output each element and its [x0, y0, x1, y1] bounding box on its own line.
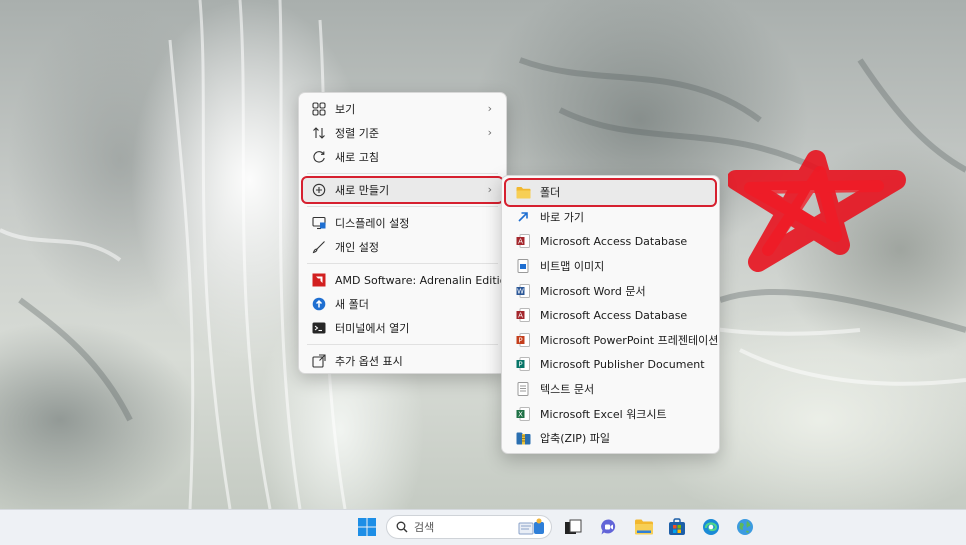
- submenu-item-label: 바로 가기: [540, 210, 584, 224]
- windows-logo-icon: [358, 518, 376, 536]
- start-button[interactable]: [355, 515, 379, 539]
- publisher-icon: P: [515, 356, 531, 372]
- task-view-icon: [565, 519, 582, 534]
- chevron-right-icon: ›: [487, 126, 492, 139]
- file-explorer-button[interactable]: [632, 515, 656, 539]
- menu-item-personalize[interactable]: 개인 설정: [303, 235, 502, 259]
- powerpoint-icon: P: [515, 332, 531, 348]
- menu-separator: [307, 173, 498, 174]
- menu-item-label: 터미널에서 열기: [335, 322, 410, 335]
- submenu-item-label: 폴더: [540, 186, 561, 200]
- submenu-item-text-document[interactable]: 텍스트 문서: [506, 377, 715, 402]
- svg-text:A: A: [518, 238, 523, 246]
- taskbar: 검색: [0, 509, 966, 545]
- submenu-item-folder[interactable]: 폴더: [504, 178, 717, 207]
- submenu-item-label: Microsoft Excel 워크시트: [540, 407, 667, 421]
- submenu-item-excel[interactable]: X Microsoft Excel 워크시트: [506, 401, 715, 426]
- store-button[interactable]: [665, 515, 689, 539]
- view-grid-icon: [311, 101, 327, 117]
- menu-item-sort[interactable]: 정렬 기준 ›: [303, 121, 502, 145]
- submenu-item-label: 비트맵 이미지: [540, 260, 605, 274]
- display-icon: [311, 215, 327, 231]
- submenu-item-label: 텍스트 문서: [540, 383, 595, 397]
- submenu-item-label: Microsoft Access Database: [540, 234, 688, 248]
- svg-text:W: W: [517, 287, 524, 295]
- svg-text:A: A: [518, 312, 523, 320]
- menu-item-open-terminal[interactable]: 터미널에서 열기: [303, 316, 502, 340]
- submenu-item-word-document[interactable]: W Microsoft Word 문서: [506, 278, 715, 303]
- edge-icon: [703, 519, 719, 535]
- submenu-item-label: Microsoft Word 문서: [540, 284, 646, 298]
- menu-item-view[interactable]: 보기 ›: [303, 97, 502, 121]
- submenu-item-access-database[interactable]: A Microsoft Access Database: [506, 229, 715, 254]
- menu-item-amd-software[interactable]: AMD Software: Adrenalin Edition: [303, 268, 513, 292]
- edge-browser-button[interactable]: [699, 515, 723, 539]
- menu-item-label: 추가 옵션 표시: [335, 355, 403, 368]
- file-explorer-icon: [635, 519, 653, 535]
- submenu-item-shortcut[interactable]: 바로 가기: [506, 205, 715, 230]
- svg-text:X: X: [518, 410, 523, 418]
- sort-icon: [311, 125, 327, 141]
- desktop-context-menu: 보기 › 정렬 기준 › 새로 고침 새로 만들기 › 디스플레이 설정 개인 …: [298, 92, 513, 374]
- menu-item-show-more-options[interactable]: 추가 옵션 표시: [303, 349, 502, 373]
- menu-item-label: AMD Software: Adrenalin Edition: [335, 273, 514, 287]
- submenu-item-label: Microsoft PowerPoint 프레젠테이션: [540, 333, 719, 347]
- web-globe-app-button[interactable]: [733, 515, 757, 539]
- chevron-right-icon: ›: [487, 183, 492, 196]
- excel-icon: X: [515, 406, 531, 422]
- menu-item-label: 정렬 기준: [335, 127, 379, 140]
- taskbar-search-box[interactable]: 검색: [386, 515, 552, 539]
- chevron-right-icon: ›: [487, 102, 492, 115]
- svg-text:P: P: [518, 361, 522, 369]
- menu-item-display-settings[interactable]: 디스플레이 설정: [303, 211, 502, 235]
- terminal-icon: [311, 320, 327, 336]
- menu-item-label: 새 폴더: [335, 298, 369, 311]
- menu-item-label: 새로 고침: [335, 151, 379, 164]
- submenu-item-label: Microsoft Access Database: [540, 308, 688, 322]
- menu-separator: [307, 206, 498, 207]
- search-icon: [396, 521, 408, 533]
- menu-item-label: 새로 만들기: [335, 184, 390, 197]
- search-highlight-icon: [518, 518, 544, 535]
- bitmap-icon: [515, 258, 531, 274]
- amd-icon: [311, 272, 327, 288]
- brush-icon: [311, 239, 327, 255]
- chat-button[interactable]: [597, 515, 621, 539]
- word-icon: W: [515, 283, 531, 299]
- menu-item-new-folder[interactable]: 새 폴더: [303, 292, 502, 316]
- menu-item-label: 개인 설정: [335, 241, 379, 254]
- submenu-item-bitmap[interactable]: 비트맵 이미지: [506, 254, 715, 279]
- more-options-icon: [311, 353, 327, 369]
- new-submenu: 폴더 바로 가기 A Microsoft Access Database 비트맵…: [501, 175, 720, 454]
- shortcut-icon: [515, 209, 531, 225]
- globe-icon: [737, 519, 753, 535]
- submenu-item-access-database-2[interactable]: A Microsoft Access Database: [506, 303, 715, 328]
- menu-separator: [307, 344, 498, 345]
- menu-item-label: 보기: [335, 103, 356, 116]
- refresh-icon: [311, 149, 327, 165]
- task-view-button[interactable]: [561, 515, 585, 539]
- red-star-annotation: [728, 150, 906, 272]
- new-plus-icon: [311, 182, 327, 198]
- access-icon: A: [515, 233, 531, 249]
- store-icon: [669, 518, 685, 535]
- submenu-item-label: Microsoft Publisher Document: [540, 357, 705, 371]
- svg-text:P: P: [518, 336, 522, 344]
- submenu-item-powerpoint[interactable]: P Microsoft PowerPoint 프레젠테이션: [506, 328, 719, 353]
- chat-icon: [601, 519, 616, 535]
- text-document-icon: [515, 381, 531, 397]
- menu-item-label: 디스플레이 설정: [335, 217, 410, 230]
- submenu-item-publisher[interactable]: P Microsoft Publisher Document: [506, 352, 715, 377]
- submenu-item-label: 압축(ZIP) 파일: [540, 432, 610, 446]
- new-folder-icon: [311, 296, 327, 312]
- submenu-item-zip[interactable]: 압축(ZIP) 파일: [506, 426, 715, 451]
- folder-icon: [515, 184, 531, 200]
- menu-item-refresh[interactable]: 새로 고침: [303, 145, 502, 169]
- access-icon: A: [515, 307, 531, 323]
- menu-item-new[interactable]: 새로 만들기 ›: [301, 176, 504, 204]
- menu-separator: [307, 263, 498, 264]
- zip-icon: [515, 430, 531, 446]
- search-placeholder: 검색: [414, 521, 435, 534]
